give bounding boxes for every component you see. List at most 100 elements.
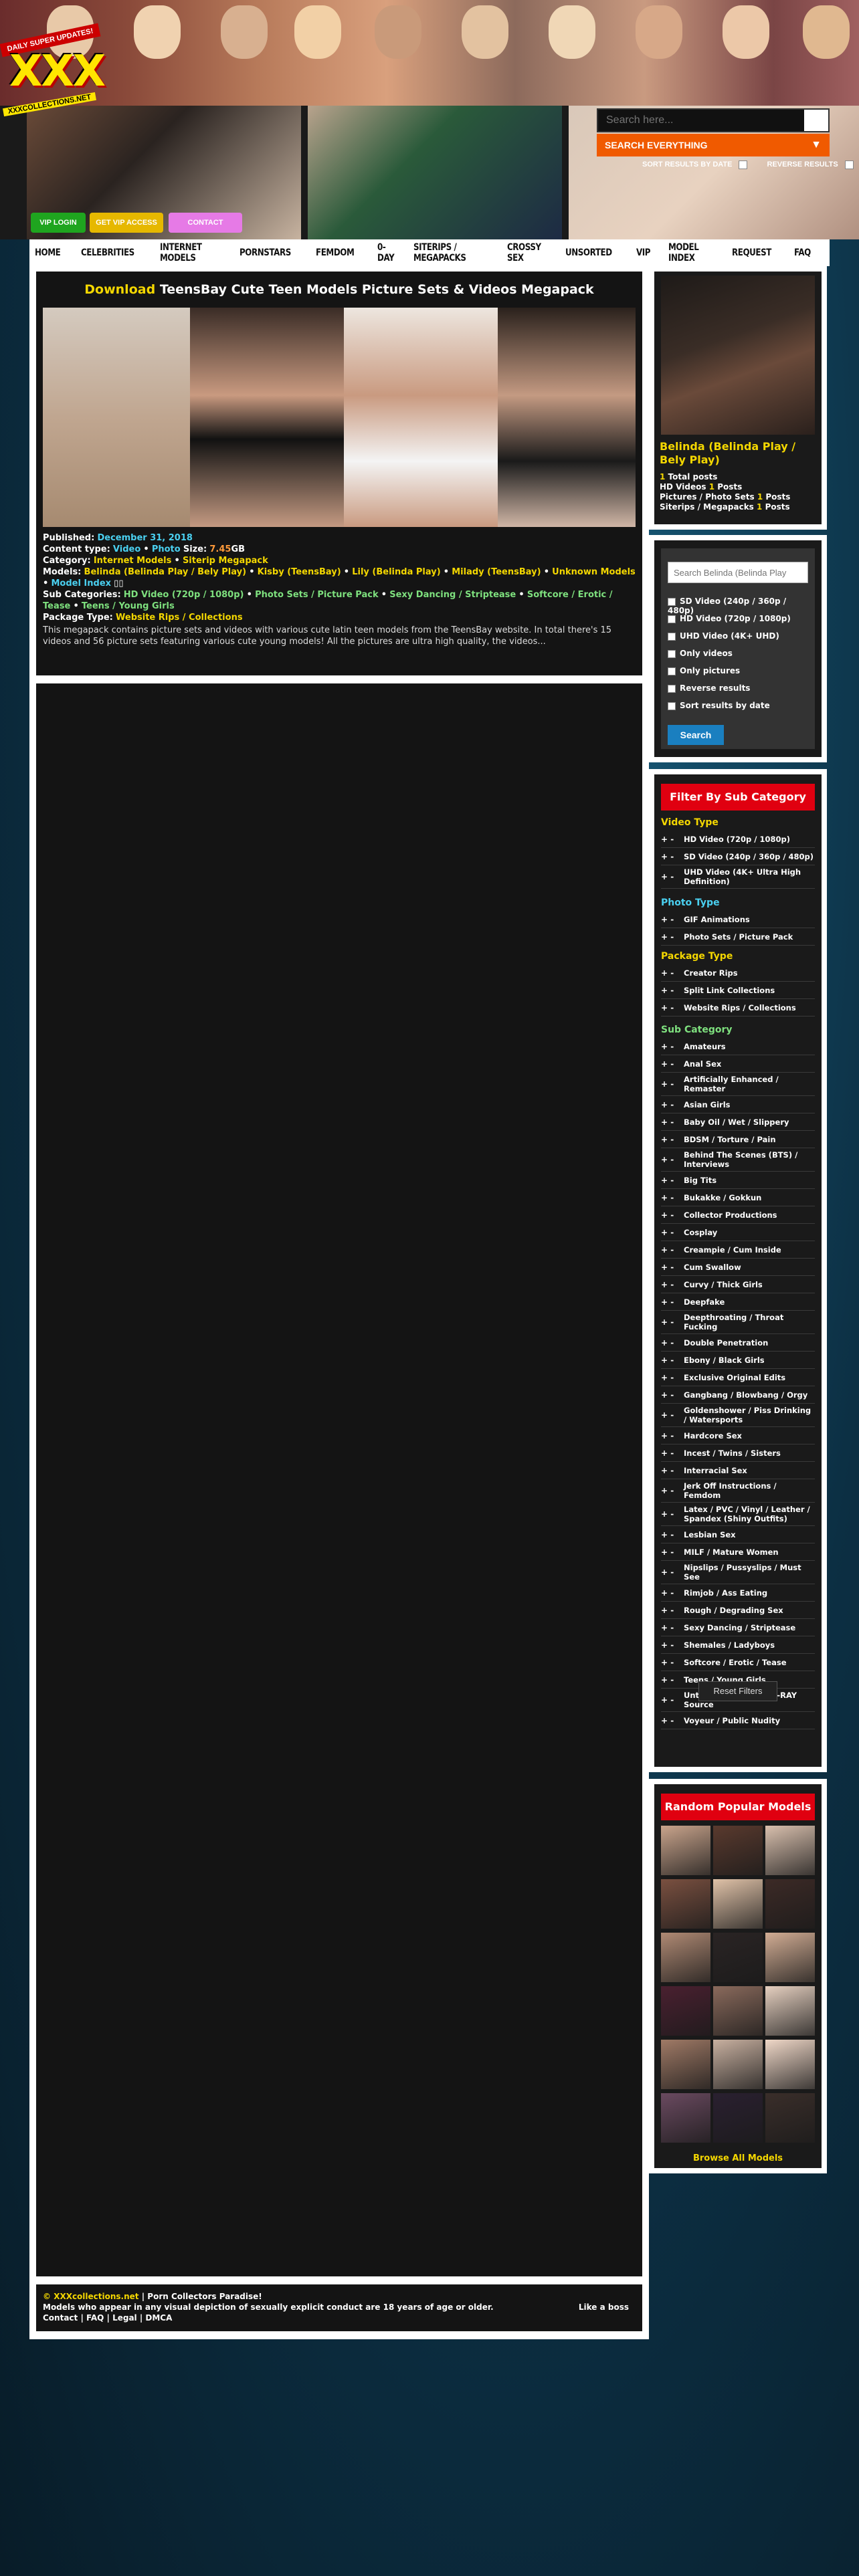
- filter-item[interactable]: + - GIF Animations: [661, 911, 815, 928]
- nav-home[interactable]: HOME: [35, 247, 61, 258]
- filter-toggle-icon[interactable]: + -: [661, 1117, 684, 1127]
- filter-toggle-icon[interactable]: + -: [661, 1588, 684, 1598]
- popular-model-thumb[interactable]: [661, 1826, 710, 1875]
- category-link[interactable]: Internet Models: [94, 556, 172, 566]
- filter-toggle-icon[interactable]: + -: [661, 1640, 684, 1650]
- site-logo[interactable]: DAILY SUPER UPDATES! XXX XXXCOLLECTIONS.…: [0, 23, 106, 120]
- filter-item[interactable]: + - Cum Swallow: [661, 1259, 815, 1276]
- popular-model-thumb[interactable]: [765, 1933, 815, 1982]
- filter-toggle-icon[interactable]: + -: [661, 1176, 684, 1185]
- nav-vip[interactable]: VIP: [636, 247, 651, 258]
- filter-item[interactable]: + - Deepfake: [661, 1293, 815, 1311]
- filter-item[interactable]: + - Bukakke / Gokkun: [661, 1189, 815, 1206]
- model-photo[interactable]: [661, 276, 815, 435]
- filter-item[interactable]: + - Sexy Dancing / Striptease: [661, 1619, 815, 1636]
- popular-model-thumb[interactable]: [713, 2093, 763, 2143]
- filter-toggle-icon[interactable]: + -: [661, 1356, 684, 1365]
- filter-item[interactable]: + - Asian Girls: [661, 1096, 815, 1113]
- filter-toggle-icon[interactable]: + -: [661, 1155, 684, 1164]
- package-link[interactable]: Website Rips / Collections: [116, 613, 243, 623]
- search-submit-button[interactable]: [804, 110, 828, 131]
- filter-item[interactable]: + - Shemales / Ladyboys: [661, 1636, 815, 1654]
- filter-toggle-icon[interactable]: + -: [661, 1606, 684, 1615]
- filter-toggle-icon[interactable]: + -: [661, 1675, 684, 1685]
- filter-item[interactable]: + - Latex / PVC / Vinyl / Leather / Spand…: [661, 1503, 815, 1526]
- popular-model-thumb[interactable]: [765, 1879, 815, 1929]
- filter-item[interactable]: + - Rimjob / Ass Eating: [661, 1584, 815, 1602]
- filter-item[interactable]: + - Photo Sets / Picture Pack: [661, 928, 815, 946]
- popular-model-thumb[interactable]: [765, 2093, 815, 2143]
- subcat-link[interactable]: Sexy Dancing / Striptease: [389, 590, 516, 600]
- filter-toggle-icon[interactable]: + -: [661, 1263, 684, 1272]
- popular-model-thumb[interactable]: [661, 1986, 710, 2036]
- nav-pornstars[interactable]: PORNSTARS: [240, 247, 291, 258]
- search-option-checkbox[interactable]: [668, 702, 676, 710]
- post-title[interactable]: Download TeensBay Cute Teen Models Pictu…: [36, 282, 642, 297]
- search-scope-select[interactable]: SEARCH EVERYTHING ▼: [597, 134, 830, 156]
- model-link[interactable]: Kisby (TeensBay): [258, 567, 341, 577]
- filter-item[interactable]: + - Goldenshower / Piss Drinking / Waters…: [661, 1404, 815, 1427]
- filter-item[interactable]: + - Hardcore Sex: [661, 1427, 815, 1444]
- filter-toggle-icon[interactable]: + -: [661, 1003, 684, 1012]
- nav-unsorted[interactable]: UNSORTED: [565, 247, 612, 258]
- popular-model-thumb[interactable]: [661, 1879, 710, 1929]
- filter-toggle-icon[interactable]: + -: [661, 1193, 684, 1202]
- filter-item[interactable]: + - Lesbian Sex: [661, 1526, 815, 1543]
- filter-toggle-icon[interactable]: + -: [661, 835, 684, 844]
- filter-item[interactable]: + - SD Video (240p / 360p / 480p): [661, 848, 815, 865]
- model-link[interactable]: Unknown Models: [552, 567, 636, 577]
- filter-item[interactable]: + - Double Penetration: [661, 1334, 815, 1352]
- nav-request[interactable]: REQUEST: [732, 247, 771, 258]
- filter-toggle-icon[interactable]: + -: [661, 1431, 684, 1440]
- filter-toggle-icon[interactable]: + -: [661, 1716, 684, 1725]
- filter-item[interactable]: + - Baby Oil / Wet / Slippery: [661, 1113, 815, 1131]
- sort-by-date-checkbox[interactable]: [739, 160, 748, 169]
- nav-faq[interactable]: FAQ: [794, 247, 811, 258]
- filter-item[interactable]: + - Creator Rips: [661, 964, 815, 982]
- filter-toggle-icon[interactable]: + -: [661, 1486, 684, 1495]
- filter-toggle-icon[interactable]: + -: [661, 1338, 684, 1348]
- filter-toggle-icon[interactable]: + -: [661, 1317, 684, 1327]
- filter-item[interactable]: + - Cosplay: [661, 1224, 815, 1241]
- filter-toggle-icon[interactable]: + -: [661, 1623, 684, 1632]
- filter-toggle-icon[interactable]: + -: [661, 1658, 684, 1667]
- model-link[interactable]: Lily (Belinda Play): [352, 567, 440, 577]
- post-cover-image[interactable]: [43, 308, 636, 527]
- search-option[interactable]: Only pictures: [668, 666, 740, 675]
- search-option[interactable]: Only videos: [668, 649, 733, 658]
- nav-crossy-sex[interactable]: CROSSY SEX: [507, 242, 543, 263]
- filter-toggle-icon[interactable]: + -: [661, 1509, 684, 1519]
- search-option-checkbox[interactable]: [668, 684, 676, 693]
- popular-model-thumb[interactable]: [765, 1826, 815, 1875]
- filter-toggle-icon[interactable]: + -: [661, 1100, 684, 1109]
- filter-toggle-icon[interactable]: + -: [661, 1059, 684, 1069]
- popular-model-thumb[interactable]: [661, 1933, 710, 1982]
- filter-item[interactable]: + - Curvy / Thick Girls: [661, 1276, 815, 1293]
- footer-site-link[interactable]: XXXcollections.net: [54, 2292, 138, 2301]
- filter-toggle-icon[interactable]: + -: [661, 1210, 684, 1220]
- filter-item[interactable]: + - Exclusive Original Edits: [661, 1369, 815, 1386]
- filter-item[interactable]: + - Interracial Sex: [661, 1462, 815, 1479]
- filter-toggle-icon[interactable]: + -: [661, 1695, 684, 1705]
- filter-toggle-icon[interactable]: + -: [661, 1228, 684, 1237]
- filter-item[interactable]: + - Anal Sex: [661, 1055, 815, 1073]
- search-option-checkbox[interactable]: [668, 667, 676, 675]
- popular-model-thumb[interactable]: [661, 2093, 710, 2143]
- filter-item[interactable]: + - Incest / Twins / Sisters: [661, 1444, 815, 1462]
- subcat-link[interactable]: Photo Sets / Picture Pack: [255, 590, 379, 600]
- browse-all-models-link[interactable]: Browse All Models: [654, 2153, 822, 2163]
- filter-item[interactable]: + - HD Video (720p / 1080p): [661, 831, 815, 848]
- filter-item[interactable]: + - Jerk Off Instructions / Femdom: [661, 1479, 815, 1503]
- filter-item[interactable]: + - Creampie / Cum Inside: [661, 1241, 815, 1259]
- filter-item[interactable]: + - Website Rips / Collections: [661, 999, 815, 1016]
- subcat-link[interactable]: Teens / Young Girls: [82, 601, 175, 611]
- nav-0-day[interactable]: 0-DAY: [377, 242, 395, 263]
- filter-item[interactable]: + - Big Tits: [661, 1172, 815, 1189]
- search-option[interactable]: HD Video (720p / 1080p): [668, 614, 791, 623]
- popular-model-thumb[interactable]: [713, 1826, 763, 1875]
- search-option-checkbox[interactable]: [668, 632, 676, 641]
- model-name[interactable]: Belinda (Belinda Play / Bely Play): [660, 440, 818, 467]
- search-option[interactable]: UHD Video (4K+ UHD): [668, 631, 779, 641]
- filter-toggle-icon[interactable]: + -: [661, 1079, 684, 1089]
- filter-item[interactable]: + - Split Link Collections: [661, 982, 815, 999]
